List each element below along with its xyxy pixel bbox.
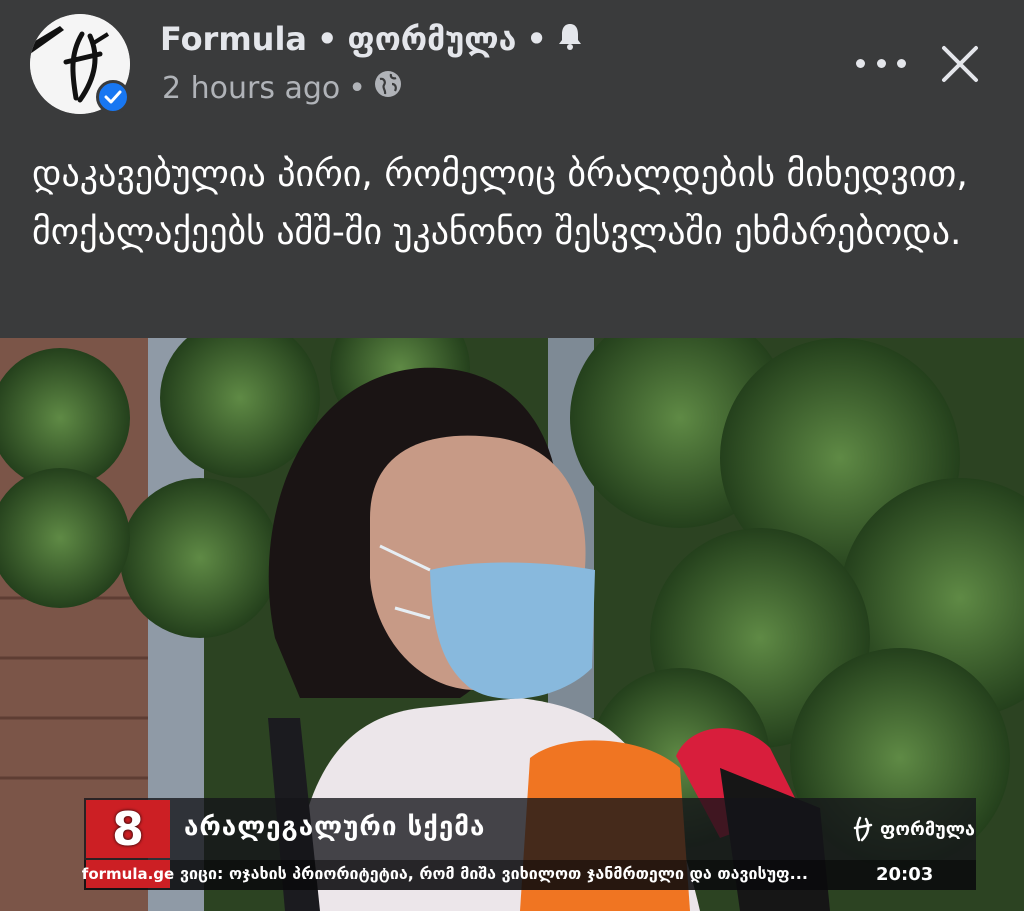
- post-header: Formula • ფორმულა • 2 hours ago •: [0, 0, 1024, 120]
- broadcast-headline: არალეგალური სქემა: [184, 812, 486, 842]
- broadcast-clock: 20:03: [876, 864, 934, 885]
- channel-logo: 8: [86, 800, 170, 858]
- page-name[interactable]: Formula: [160, 20, 307, 58]
- formula-logo-icon: [853, 816, 873, 842]
- post-meta: 2 hours ago •: [162, 70, 402, 106]
- news-lower-third: 8 formula.ge არალეგალური სქემა ფორმულა ვ…: [82, 798, 976, 890]
- bell-icon[interactable]: [557, 20, 583, 58]
- channel-site: formula.ge: [82, 860, 174, 888]
- close-icon[interactable]: [938, 42, 982, 86]
- more-options-icon[interactable]: [856, 48, 906, 78]
- broadcast-brand: ფორმულა: [852, 816, 975, 842]
- brand-name: ფორმულა: [880, 818, 975, 840]
- separator: •: [317, 20, 338, 58]
- news-ticker: ვიცი: ოჯახის პრიორიტეტია, რომ მიშა ვიხილ…: [180, 864, 808, 883]
- globe-icon[interactable]: [374, 70, 402, 106]
- video-frame[interactable]: 8 formula.ge არალეგალური სქემა ფორმულა ვ…: [0, 338, 1024, 911]
- verified-badge-icon: [96, 80, 130, 114]
- separator: •: [526, 20, 547, 58]
- page-name-georgian[interactable]: ფორმულა: [347, 20, 516, 58]
- separator: •: [348, 70, 366, 106]
- page-name-row: Formula • ფორმულა •: [160, 20, 583, 58]
- post-text: დაკავებულია პირი, რომელიც ბრალდების მიხე…: [32, 154, 968, 253]
- post-timestamp[interactable]: 2 hours ago: [162, 71, 340, 106]
- channel-number: 8: [111, 802, 144, 856]
